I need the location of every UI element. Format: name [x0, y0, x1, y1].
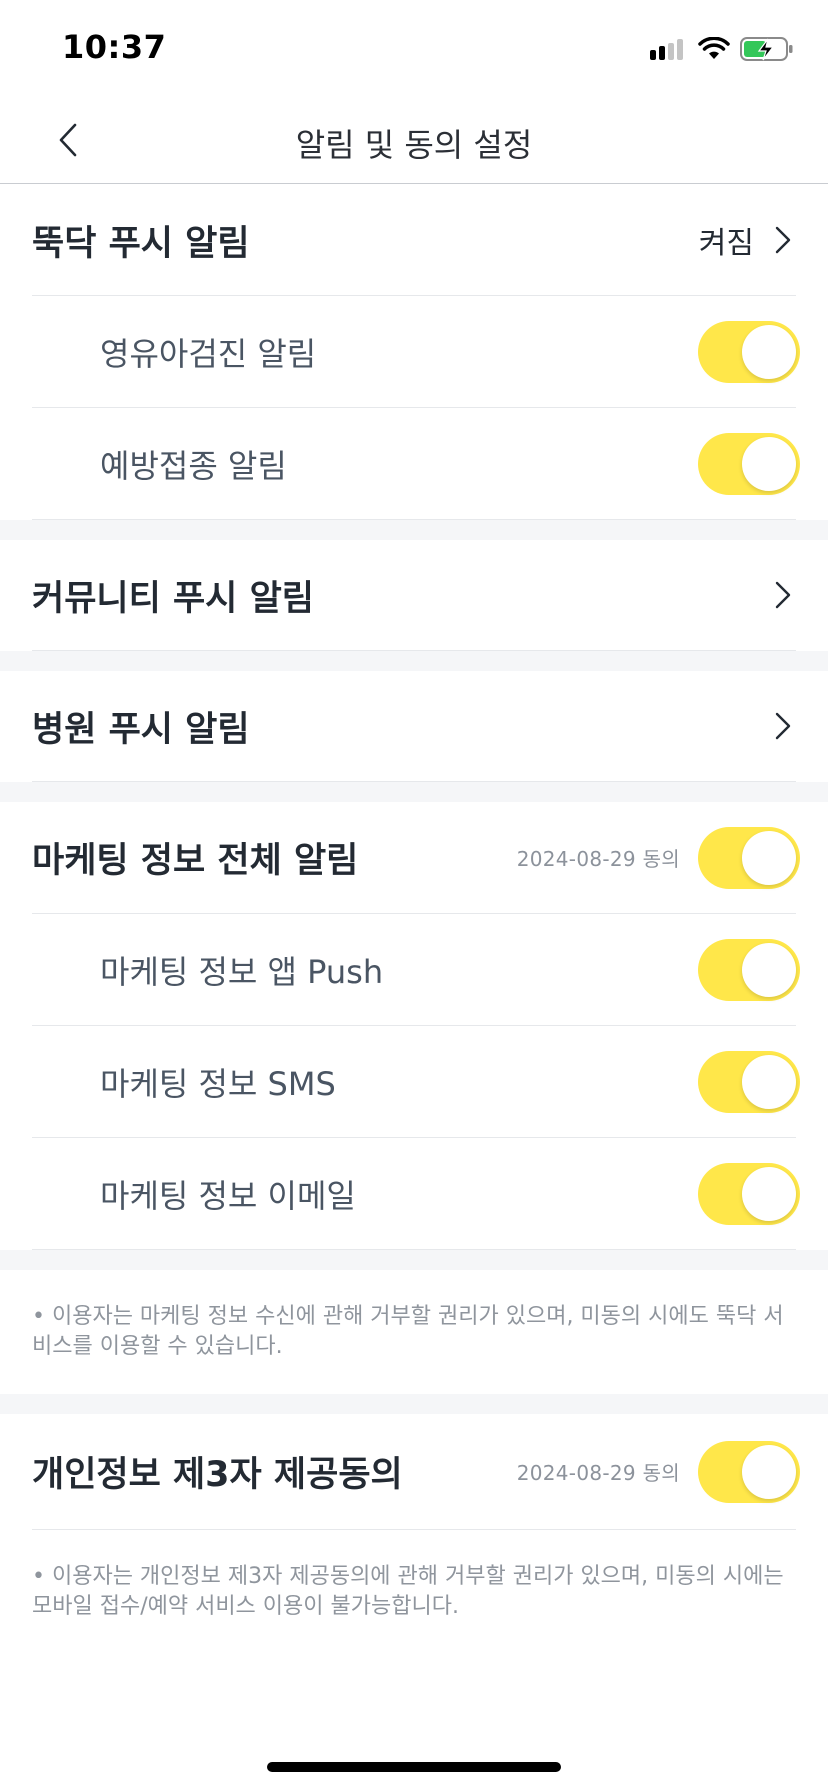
ttokdak-push-status: 켜짐 [698, 226, 754, 261]
marketing-push-row: 마케팅 정보 앱 Push [32, 914, 800, 1026]
third-party-row: 개인정보 제3자 제공동의 2024-08-29 동의 [32, 1414, 800, 1530]
home-indicator [267, 1762, 561, 1772]
status-icons [650, 34, 794, 64]
third-party-label: 개인정보 제3자 제공동의 [32, 1455, 403, 1495]
marketing-all-label: 마케팅 정보 전체 알림 [32, 841, 359, 881]
section-divider [0, 1394, 828, 1414]
infant-checkup-toggle[interactable] [698, 320, 800, 383]
chevron-right-icon [772, 711, 794, 741]
toggle-knob [742, 436, 796, 491]
third-party-toggle[interactable] [698, 1440, 800, 1503]
section-divider [0, 520, 828, 540]
section-divider [0, 1250, 828, 1270]
toggle-knob [742, 324, 796, 379]
vaccination-label: 예방접종 알림 [100, 446, 287, 485]
page-title: 알림 및 동의 설정 [295, 126, 533, 164]
wifi-icon [698, 37, 730, 59]
community-push-label: 커뮤니티 푸시 알림 [32, 578, 314, 619]
marketing-sms-label: 마케팅 정보 SMS [100, 1064, 336, 1103]
battery-charging-icon [740, 37, 793, 61]
third-party-consent-date: 2024-08-29 동의 [516, 1461, 680, 1485]
marketing-all-toggle[interactable] [698, 826, 800, 889]
toggle-knob [742, 1054, 796, 1109]
section-hospital-push: 병원 푸시 알림 [0, 671, 828, 782]
marketing-all-row: 마케팅 정보 전체 알림 2024-08-29 동의 [32, 802, 800, 914]
marketing-push-label: 마케팅 정보 앱 Push [100, 952, 384, 991]
third-party-notice: • 이용자는 개인정보 제3자 제공동의에 관해 거부할 권리가 있으며, 미동… [0, 1530, 828, 1630]
status-time: 10:37 [62, 28, 167, 66]
marketing-email-label: 마케팅 정보 이메일 [100, 1176, 356, 1215]
ttokdak-push-label: 뚝닥 푸시 알림 [32, 223, 250, 264]
infant-checkup-label: 영유아검진 알림 [100, 334, 317, 373]
nav-bar: 알림 및 동의 설정 [0, 96, 828, 184]
ttokdak-push-row[interactable]: 뚝닥 푸시 알림 켜짐 [32, 185, 796, 296]
section-divider [0, 782, 828, 802]
infant-checkup-row: 영유아검진 알림 [32, 296, 800, 408]
toggle-knob [742, 1444, 796, 1499]
status-bar: 10:37 [0, 0, 828, 96]
marketing-email-row: 마케팅 정보 이메일 [32, 1138, 800, 1250]
section-marketing: 마케팅 정보 전체 알림 2024-08-29 동의 마케팅 정보 앱 Push… [0, 802, 828, 1250]
marketing-push-toggle[interactable] [698, 938, 800, 1001]
toggle-knob [742, 830, 796, 885]
hospital-push-row[interactable]: 병원 푸시 알림 [32, 671, 796, 782]
community-push-row[interactable]: 커뮤니티 푸시 알림 [32, 540, 796, 651]
marketing-sms-row: 마케팅 정보 SMS [32, 1026, 800, 1138]
toggle-knob [742, 942, 796, 997]
toggle-knob [742, 1166, 796, 1221]
marketing-sms-toggle[interactable] [698, 1050, 800, 1113]
section-ttokdak-push: 뚝닥 푸시 알림 켜짐 영유아검진 알림 예방접종 알림 [0, 185, 828, 520]
section-third-party: 개인정보 제3자 제공동의 2024-08-29 동의 [0, 1414, 828, 1530]
section-community-push: 커뮤니티 푸시 알림 [0, 540, 828, 651]
section-divider [0, 651, 828, 671]
chevron-right-icon [772, 580, 794, 610]
marketing-consent-date: 2024-08-29 동의 [516, 847, 680, 871]
vaccination-toggle[interactable] [698, 432, 800, 495]
chevron-right-icon [772, 225, 794, 255]
hospital-push-label: 병원 푸시 알림 [32, 709, 250, 750]
cellular-signal-icon [650, 39, 683, 60]
vaccination-row: 예방접종 알림 [32, 408, 800, 520]
settings-content: 뚝닥 푸시 알림 켜짐 영유아검진 알림 예방접종 알림 커뮤니티 푸시 알림 [0, 185, 828, 1630]
marketing-notice: • 이용자는 마케팅 정보 수신에 관해 거부할 권리가 있으며, 미동의 시에… [0, 1270, 828, 1394]
marketing-email-toggle[interactable] [698, 1162, 800, 1225]
